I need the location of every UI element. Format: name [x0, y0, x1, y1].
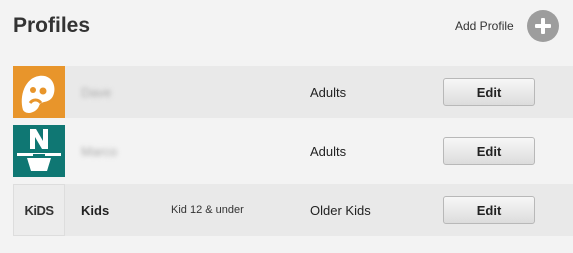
teal-n-avatar-icon[interactable] — [13, 125, 65, 177]
maturity-level: Adults — [310, 84, 347, 100]
maturity-level: Older Kids — [310, 202, 371, 218]
profile-list: Dave Adults Edit Marco Adults Edit KiDS … — [13, 66, 573, 243]
add-profile-label[interactable]: Add Profile — [455, 19, 514, 33]
avatar-graphic — [21, 75, 55, 113]
edit-button[interactable]: Edit — [443, 78, 535, 106]
plus-circle-icon[interactable] — [526, 10, 559, 42]
kids-logo-text: KiDS — [24, 202, 54, 218]
add-profile-button[interactable]: Add Profile — [455, 10, 559, 42]
avatar-graphic — [17, 129, 61, 171]
profile-row: Marco Adults Edit — [13, 125, 573, 177]
maturity-level: Adults — [310, 143, 347, 159]
kids-logo-icon[interactable]: KiDS — [13, 184, 65, 236]
edit-button[interactable]: Edit — [443, 137, 535, 165]
edit-button[interactable]: Edit — [443, 196, 535, 224]
profiles-header: Profiles Add Profile — [0, 0, 573, 60]
profile-name: Dave — [81, 84, 112, 100]
profile-row: Dave Adults Edit — [13, 66, 573, 118]
orange-smiley-avatar-icon[interactable] — [13, 66, 65, 118]
profile-age-note: Kid 12 & under — [171, 204, 244, 216]
profile-name: Marco — [81, 143, 118, 159]
page-title: Profiles — [13, 14, 91, 37]
profile-row: KiDS Kids Kid 12 & under Older Kids Edit — [13, 184, 573, 236]
profile-name: Kids — [81, 202, 110, 218]
